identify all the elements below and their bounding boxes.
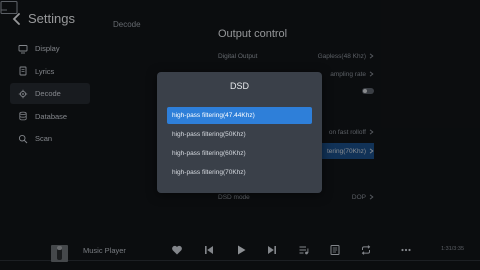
dialog-option-47-44khz[interactable]: high-pass filtering(47.44Khz) <box>167 107 312 124</box>
dialog-option-60khz[interactable]: high-pass filtering(60Khz) <box>167 145 312 162</box>
dialog-title: DSD <box>229 81 249 91</box>
dialog-option-70khz[interactable]: high-pass filtering(70Khz) <box>167 164 312 181</box>
dsd-filter-dialog: DSD high-pass filtering(47.44Khz) high-p… <box>157 72 322 193</box>
settings-app: Settings Display Lyrics Decode Database … <box>0 0 480 270</box>
dialog-option-50khz[interactable]: high-pass filtering(50Khz) <box>167 126 312 143</box>
